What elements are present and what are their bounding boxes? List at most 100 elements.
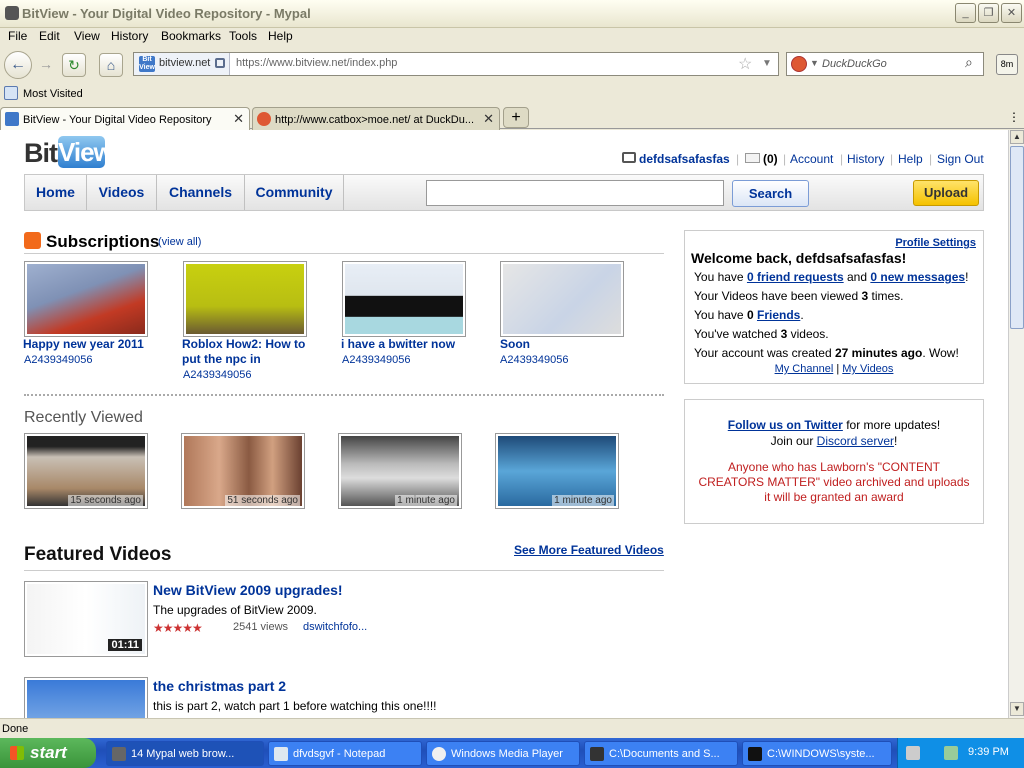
divider: |	[840, 152, 844, 166]
video-author[interactable]: A2439349056	[500, 354, 569, 366]
account-link[interactable]: Account	[790, 152, 833, 166]
list-all-tabs-icon[interactable]: ⋮⋮	[1008, 110, 1024, 124]
taskbar-item-cmd[interactable]: C:\WINDOWS\syste...	[742, 741, 892, 766]
upload-button[interactable]: Upload	[913, 180, 979, 206]
friend-requests-link[interactable]: 0 friend requests	[747, 270, 844, 284]
video-thumbnail[interactable]	[183, 261, 307, 337]
url-text[interactable]: https://www.bitview.net/index.php	[236, 57, 397, 69]
profile-settings-link[interactable]: Profile Settings	[895, 237, 976, 249]
recent-video-thumbnail[interactable]: 15 seconds ago	[24, 433, 148, 509]
scroll-down-icon[interactable]: ▼	[1010, 702, 1024, 716]
tab-bitview[interactable]: BitView - Your Digital Video Repository …	[0, 107, 250, 131]
recent-video-thumbnail[interactable]: 1 minute ago	[338, 433, 462, 509]
video-title[interactable]: Roblox How2: How to put the npc in	[182, 337, 322, 367]
close-window-button[interactable]: ✕	[1001, 3, 1022, 23]
my-videos-link[interactable]: My Videos	[842, 363, 893, 375]
browser-search-bar[interactable]: ▼ DuckDuckGo ⌕	[786, 52, 984, 76]
clock[interactable]: 9:39 PM	[968, 746, 1009, 758]
featured-video-thumbnail[interactable]	[24, 677, 148, 718]
divider: |	[890, 152, 894, 166]
username-link[interactable]: defdsafsafasfas	[639, 152, 730, 166]
message-count[interactable]: (0)	[763, 152, 778, 166]
home-button[interactable]: ⌂	[99, 53, 123, 77]
video-author[interactable]: A2439349056	[24, 354, 93, 366]
forward-button[interactable]: →	[34, 53, 58, 77]
rss-icon	[24, 232, 41, 249]
friend-requests-line: You have 0 friend requests and 0 new mes…	[694, 270, 968, 284]
discord-link[interactable]: Discord server	[817, 434, 894, 448]
new-tab-button[interactable]: +	[503, 107, 529, 128]
welcome-box: Profile Settings Welcome back, defdsafsa…	[684, 230, 984, 384]
menu-tools[interactable]: Tools	[229, 29, 257, 43]
taskbar-item-mypal[interactable]: 14 Mypal web brow...	[106, 741, 264, 766]
network-icon[interactable]	[944, 746, 958, 760]
close-icon[interactable]: ✕	[233, 111, 244, 127]
minimize-button[interactable]: _	[955, 3, 976, 23]
keyboard-icon[interactable]	[906, 746, 920, 760]
menu-help[interactable]: Help	[268, 29, 293, 43]
featured-video-thumbnail[interactable]: 01:11	[24, 581, 148, 657]
recent-video-thumbnail[interactable]: 51 seconds ago	[181, 433, 305, 509]
mail-icon[interactable]	[745, 153, 760, 163]
video-views-line: Your Videos have been viewed 3 times.	[694, 289, 904, 303]
featured-video-title[interactable]: the christmas part 2	[153, 678, 286, 694]
search-button[interactable]: Search	[732, 180, 809, 207]
scrollbar-thumb[interactable]	[1010, 146, 1024, 329]
url-bar[interactable]: Bit View bitview.net https://www.bitview.…	[133, 52, 779, 76]
video-author[interactable]: dswitchfofo...	[303, 621, 367, 633]
video-thumbnail[interactable]	[24, 261, 148, 337]
video-title[interactable]: Happy new year 2011	[23, 337, 163, 352]
maximize-button[interactable]: ❐	[978, 3, 999, 23]
new-messages-link[interactable]: 0 new messages	[870, 270, 965, 284]
sign-out-link[interactable]: Sign Out	[937, 152, 984, 166]
menu-bar: File Edit View History Bookmarks Tools H…	[0, 28, 1024, 45]
site-search-input[interactable]	[426, 180, 724, 206]
start-button[interactable]: start	[0, 738, 96, 768]
taskbar-item-explorer[interactable]: C:\Documents and S...	[584, 741, 738, 766]
menu-bookmarks[interactable]: Bookmarks	[161, 29, 221, 43]
tab-duckduckgo[interactable]: http://www.catbox>moe.net/ at DuckDu... …	[252, 107, 500, 130]
view-all-link[interactable]: (view all)	[158, 236, 201, 248]
nav-community[interactable]: Community	[245, 175, 344, 210]
menu-edit[interactable]: Edit	[39, 29, 60, 43]
download-button[interactable]: 8m	[996, 54, 1018, 75]
menu-view[interactable]: View	[74, 29, 100, 43]
bitview-favicon: Bit View	[139, 56, 155, 72]
featured-video-title[interactable]: New BitView 2009 upgrades!	[153, 582, 343, 598]
nav-channels[interactable]: Channels	[157, 175, 245, 210]
video-title[interactable]: Soon	[500, 337, 640, 352]
nav-videos[interactable]: Videos	[87, 175, 157, 210]
menu-history[interactable]: History	[111, 29, 148, 43]
taskbar-item-notepad[interactable]: dfvdsgvf - Notepad	[268, 741, 422, 766]
back-button[interactable]: ←	[4, 51, 32, 79]
video-thumbnail[interactable]	[500, 261, 624, 337]
see-more-featured-link[interactable]: See More Featured Videos	[514, 543, 664, 557]
video-title[interactable]: i have a bwitter now	[341, 337, 481, 352]
twitter-link[interactable]: Follow us on Twitter	[728, 418, 843, 432]
search-icon[interactable]: ⌕	[965, 54, 973, 71]
friends-link[interactable]: Friends	[757, 308, 800, 322]
star-icon[interactable]: ☆	[738, 54, 752, 74]
bookmark-most-visited[interactable]: Most Visited	[23, 88, 83, 100]
page-scrollbar[interactable]: ▲ ▼	[1008, 130, 1024, 718]
view-count: 2541 views	[233, 621, 289, 633]
duckduckgo-icon[interactable]	[791, 56, 807, 72]
close-icon[interactable]: ✕	[483, 111, 494, 127]
chevron-down-icon[interactable]: ▼	[762, 58, 772, 69]
video-author[interactable]: A2439349056	[342, 354, 411, 366]
video-author[interactable]: A2439349056	[183, 369, 252, 381]
taskbar-item-media-player[interactable]: Windows Media Player	[426, 741, 580, 766]
home-icon: ⌂	[106, 57, 116, 73]
help-link[interactable]: Help	[898, 152, 923, 166]
nav-home[interactable]: Home	[25, 175, 87, 210]
my-channel-link[interactable]: My Channel	[775, 363, 834, 375]
menu-file[interactable]: File	[8, 29, 27, 43]
chevron-down-icon[interactable]: ▼	[810, 58, 819, 68]
recent-video-thumbnail[interactable]: 1 minute ago	[495, 433, 619, 509]
scroll-up-icon[interactable]: ▲	[1010, 130, 1024, 144]
video-thumbnail[interactable]	[342, 261, 466, 337]
reload-button[interactable]: ↻	[62, 53, 86, 77]
history-link[interactable]: History	[847, 152, 884, 166]
watch-time: 1 minute ago	[395, 495, 457, 506]
logo-view: View	[58, 136, 114, 168]
